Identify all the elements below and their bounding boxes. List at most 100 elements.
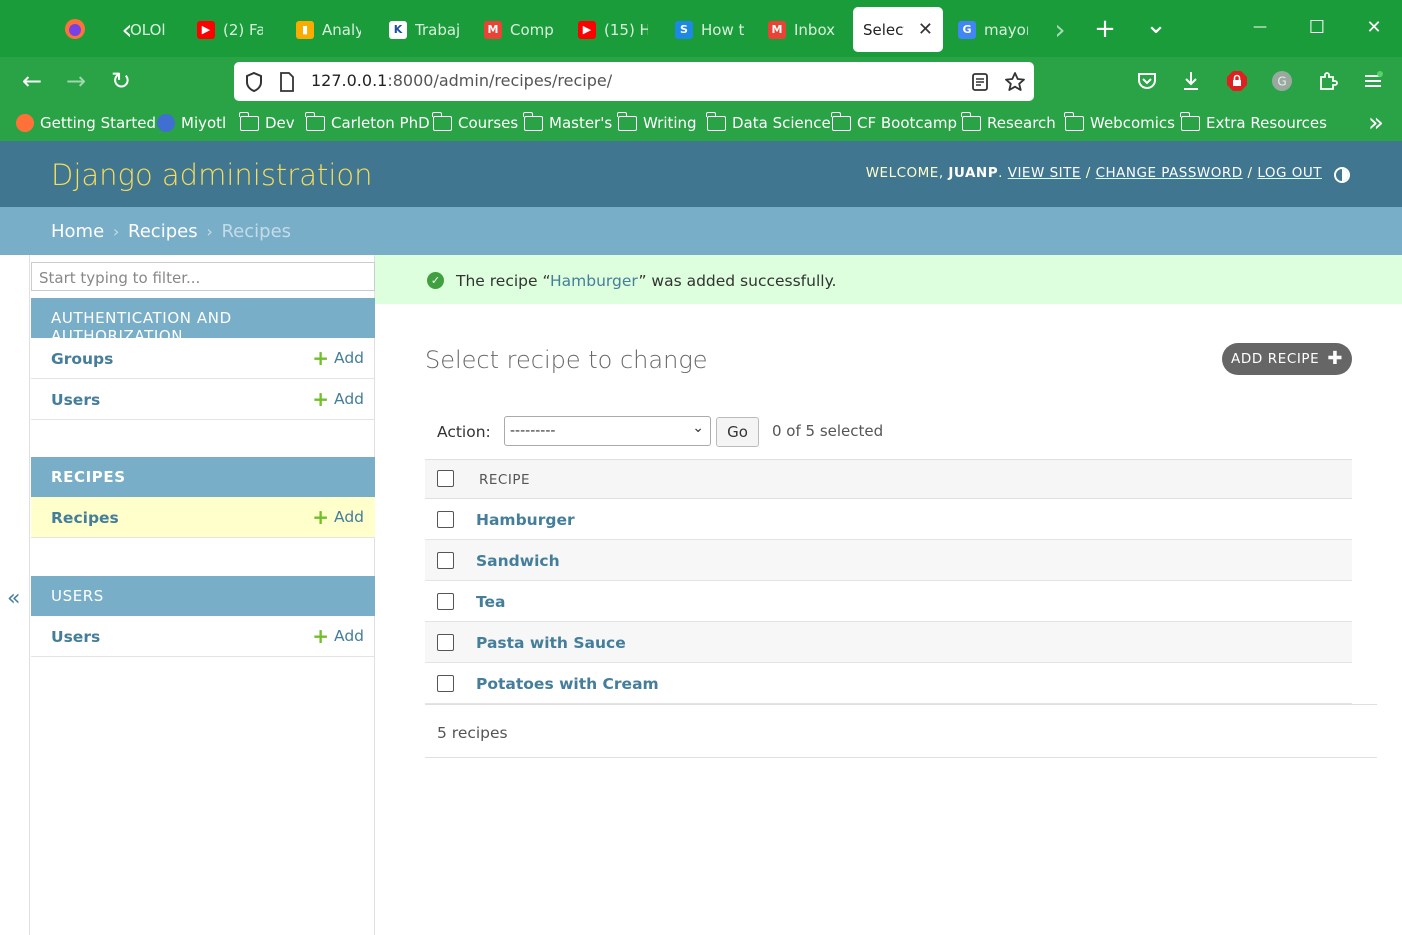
- row-checkbox[interactable]: [437, 634, 454, 651]
- list-all-tabs-icon[interactable]: ⌄: [1143, 10, 1169, 40]
- reader-view-icon[interactable]: [971, 72, 989, 92]
- add-recipes-link[interactable]: + Add: [312, 507, 364, 527]
- site-title[interactable]: Django administration: [51, 158, 373, 192]
- tab-youtube-2[interactable]: ▶ (15) H: [578, 7, 648, 52]
- recipe-link[interactable]: Potatoes with Cream: [476, 675, 659, 693]
- close-tab-icon[interactable]: ✕: [918, 19, 933, 40]
- tab-title: mayor: [984, 20, 1028, 39]
- bookmark-item[interactable]: Data Science: [706, 111, 831, 132]
- row-checkbox[interactable]: [437, 511, 454, 528]
- row-checkbox[interactable]: [437, 675, 454, 692]
- tab-analytics[interactable]: ▮ Analy: [296, 7, 361, 52]
- model-link-groups[interactable]: Groups: [51, 350, 113, 368]
- firefox-view-icon[interactable]: [62, 16, 88, 42]
- log-out-link[interactable]: Log out: [1257, 165, 1322, 181]
- grammarly-icon[interactable]: G: [1271, 70, 1293, 92]
- table-row: Hamburger: [425, 499, 1352, 540]
- bookmark-item[interactable]: Extra Resources: [1180, 111, 1327, 132]
- tab-gmail-comp[interactable]: M Comp: [484, 7, 554, 52]
- go-button[interactable]: Go: [716, 417, 759, 447]
- toggle-sidebar-icon[interactable]: «: [7, 586, 20, 611]
- tab-google-mayor[interactable]: Gmayor: [958, 7, 1028, 52]
- message-after: ” was added successfully.: [638, 272, 837, 290]
- bookmark-item[interactable]: Master's: [523, 111, 612, 132]
- module-caption-auth[interactable]: Authentication and Authorization: [31, 298, 375, 345]
- bookmark-item[interactable]: Courses: [432, 111, 518, 132]
- sidebar-filter-input[interactable]: Start typing to filter...: [31, 262, 375, 291]
- minimize-icon[interactable]: —: [1247, 14, 1273, 40]
- folder-icon: [1064, 111, 1084, 131]
- folder-icon: [305, 111, 325, 131]
- tab-favicon-icon: S: [675, 20, 693, 39]
- bookmark-item[interactable]: Writing: [617, 111, 697, 132]
- model-link-recipes[interactable]: Recipes: [51, 509, 119, 527]
- actions-bar: Action: --------- ⌄ Go 0 of 5 selected: [425, 415, 1352, 455]
- model-link-users[interactable]: Users: [51, 391, 100, 409]
- page-icon[interactable]: [279, 72, 295, 92]
- downloads-icon[interactable]: [1181, 70, 1201, 92]
- breadcrumb-app[interactable]: Recipes: [128, 221, 198, 242]
- change-password-link[interactable]: Change password: [1096, 165, 1243, 181]
- more-bookmarks-icon[interactable]: »: [1362, 108, 1390, 138]
- breadcrumb-separator: ›: [206, 222, 213, 241]
- bookmark-item[interactable]: Webcomics: [1064, 111, 1175, 132]
- add-users-link[interactable]: + Add: [312, 389, 364, 409]
- add-groups-link[interactable]: + Add: [312, 348, 364, 368]
- bookmark-item[interactable]: Dev: [239, 111, 295, 132]
- adblocker-icon[interactable]: [1226, 70, 1248, 92]
- bookmark-item[interactable]: Research: [961, 111, 1056, 132]
- close-window-icon[interactable]: ✕: [1361, 14, 1387, 40]
- tab-olol[interactable]: ●OLOl: [130, 7, 172, 52]
- recipe-link[interactable]: Sandwich: [476, 552, 560, 570]
- recipe-link[interactable]: Pasta with Sauce: [476, 634, 626, 652]
- add-users-app-link[interactable]: + Add: [312, 626, 364, 646]
- new-tab-icon[interactable]: +: [1092, 14, 1118, 44]
- maximize-icon[interactable]: ☐: [1304, 14, 1330, 40]
- recipe-link[interactable]: Hamburger: [476, 511, 575, 529]
- tracking-shield-icon[interactable]: [244, 71, 264, 93]
- view-site-link[interactable]: View site: [1008, 165, 1081, 181]
- back-icon[interactable]: ←: [18, 67, 46, 95]
- tab-youtube-1[interactable]: ▶ (2) Fa: [197, 7, 263, 52]
- pocket-icon[interactable]: [1136, 71, 1158, 91]
- add-recipe-button[interactable]: Add recipe ✚: [1222, 343, 1352, 375]
- breadcrumb-home[interactable]: Home: [51, 221, 104, 242]
- module-caption-users[interactable]: Users: [31, 576, 375, 616]
- tab-trabajo[interactable]: K Trabaj: [389, 7, 459, 52]
- recipe-link[interactable]: Tea: [476, 593, 506, 611]
- module-caption-recipes[interactable]: Recipes: [31, 457, 375, 497]
- breadcrumb-separator: ›: [112, 222, 120, 241]
- address-bar[interactable]: 127.0.0.1:8000/admin/recipes/recipe/: [234, 62, 1034, 101]
- column-header-recipe[interactable]: Recipe: [479, 472, 530, 488]
- reload-icon[interactable]: ↻: [107, 67, 135, 95]
- bookmark-item[interactable]: Miyotl: [157, 114, 226, 132]
- model-link-users-app[interactable]: Users: [51, 628, 100, 646]
- menu-icon[interactable]: [1362, 70, 1384, 92]
- row-checkbox[interactable]: [437, 552, 454, 569]
- bookmark-item[interactable]: Carleton PhD: [305, 111, 430, 132]
- bookmark-label: Getting Started: [40, 114, 156, 132]
- message-recipe-link[interactable]: Hamburger: [550, 272, 638, 290]
- success-message: ✓ The recipe “Hamburger” was added succe…: [375, 255, 1402, 304]
- theme-toggle-icon[interactable]: [1334, 167, 1350, 183]
- tab-active[interactable]: Select r ✕: [853, 7, 943, 52]
- add-label: Add: [333, 508, 364, 526]
- tab-favicon-icon: K: [389, 20, 407, 39]
- bookmark-item[interactable]: Getting Started: [16, 114, 156, 132]
- extensions-icon[interactable]: [1317, 70, 1339, 92]
- bookmark-item[interactable]: CF Bootcamp: [831, 111, 957, 132]
- row-checkbox[interactable]: [437, 593, 454, 610]
- bookmark-star-icon[interactable]: [1004, 71, 1026, 93]
- sidebar-item-users-app: Users + Add: [31, 616, 375, 657]
- tab-favicon-icon: ▶: [578, 20, 596, 39]
- folder-icon: [617, 111, 637, 131]
- tab-how-to[interactable]: S How t: [675, 7, 745, 52]
- tab-title: (2) Fa: [223, 20, 263, 39]
- action-select[interactable]: --------- ⌄: [504, 416, 711, 446]
- select-all-checkbox[interactable]: [437, 470, 454, 487]
- tab-inbox[interactable]: M Inbox: [768, 7, 838, 52]
- nav-sidebar: Start typing to filter... Authentication…: [29, 255, 375, 935]
- scroll-tabs-right-icon[interactable]: ›: [1050, 13, 1070, 46]
- forward-icon[interactable]: →: [62, 67, 90, 95]
- tab-title: Select r: [863, 20, 904, 39]
